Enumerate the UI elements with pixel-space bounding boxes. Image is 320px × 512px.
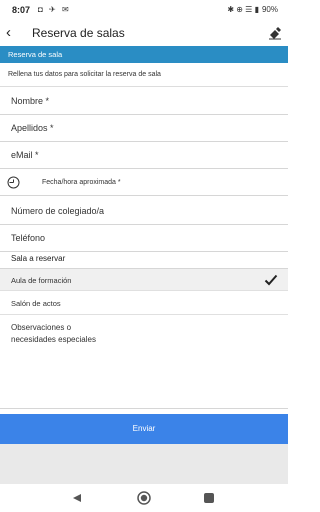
submit-button[interactable]: Enviar [0,414,288,444]
bottom-spacer [0,444,288,484]
room-section-title: Sala a reservar [11,254,66,263]
clock-icon [7,176,20,189]
room-option-label: Aula de formación [11,276,72,285]
system-icons: ✱ ⊕ ☰ ▮ [227,5,259,14]
apellidos-field[interactable]: Apellidos * [0,115,288,142]
app-bar: ‹ Reserva de salas [0,24,288,44]
page-title: Reserva de salas [32,26,125,40]
clear-form-icon[interactable] [268,26,282,40]
observaciones-textarea[interactable]: Observaciones o necesidades especiales [0,316,288,409]
nav-back-icon[interactable] [72,493,82,503]
nav-home-icon[interactable] [137,491,151,505]
observaciones-line-1: Observaciones o [11,323,72,332]
email-field[interactable]: eMail * [0,142,288,169]
telefono-field[interactable]: Teléfono [0,225,288,252]
room-option-label: Salón de actos [11,299,61,308]
checkmark-icon [264,274,278,286]
fecha-label: Fecha/hora aproximada * [42,179,121,186]
notification-icons: ◘ ✈ ✉ [38,5,71,14]
back-arrow-icon[interactable]: ‹ [6,24,11,42]
intro-text: Rellena tus datos para solicitar la rese… [0,63,288,87]
section-header: Reserva de sala [0,46,288,63]
room-option-salon[interactable]: Salón de actos [0,292,288,315]
nav-recents-icon[interactable] [204,493,214,503]
battery-level: 90% [261,5,278,14]
observaciones-line-2: necesidades especiales [11,335,96,344]
status-bar: 8:07 ◘ ✈ ✉ ✱ ⊕ ☰ ▮ 90% [0,0,288,24]
system-nav-bar [0,484,288,512]
status-right-group: ✱ ⊕ ☰ ▮ 90% [227,5,278,14]
colegiado-field[interactable]: Número de colegiado/a [0,198,288,225]
status-time: 8:07 [12,5,31,15]
room-option-aula[interactable]: Aula de formación [0,268,288,291]
nombre-field[interactable]: Nombre * [0,88,288,115]
fecha-field[interactable]: Fecha/hora aproximada * [0,169,288,196]
